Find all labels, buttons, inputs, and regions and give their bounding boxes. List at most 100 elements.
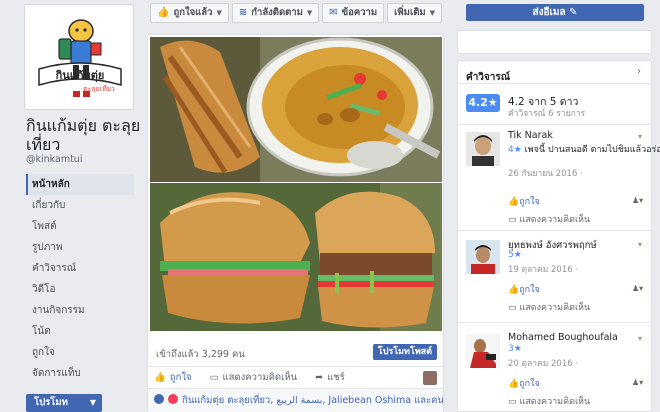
chevron-down-icon: ▼ [306,9,313,17]
more-button[interactable]: เพิ่มเติม ▼ [387,3,443,23]
chevron-right-icon[interactable]: › [637,66,641,77]
avatar[interactable] [466,334,500,368]
comment-icon: ▭ [508,215,517,225]
like-label: ถูกใจ [169,372,192,383]
love-reaction-icon [168,394,179,404]
curry-bread-image [150,37,442,182]
thumbs-up-icon: 👍 [508,197,520,207]
like-reaction-icon [154,394,164,404]
top-right-box [457,30,652,54]
chevron-down-icon[interactable]: ▾ [638,334,642,343]
review-count[interactable]: คำวิจารณ์ 6 รายการ [508,106,585,120]
promote-button[interactable]: โปรโมท ▼ [26,394,102,412]
promote-button-label: โปรโมท [34,397,68,408]
following-label: กำลังติดตาม [251,7,303,18]
likers-text: กินแก้มตุ่ย ตะลุยเที่ยว, بسمة الربيع, Ja… [182,395,443,406]
comment-icon: ▭ [508,397,517,407]
review-item: ยุทธพงษ์ อังศวรพฤกษ์ 5★ 19 ตุลาคม 2016 ·… [466,240,646,320]
review-stars: 5★ [508,250,522,260]
comment-button[interactable]: ▭ แสดงความคิดเห็น [210,370,298,385]
post-reach[interactable]: เข้าถึงแล้ว 3,299 คน [156,347,245,362]
chevron-down-icon[interactable]: ▾ [638,132,642,141]
liked-button[interactable]: 👍 ถูกใจแล้ว ▼ [150,3,229,23]
rss-icon: ≋ [238,7,248,18]
review-stars: 3★ [508,344,522,354]
post-likers[interactable]: กินแก้มตุ่ย ตะลุยเที่ยว, بسمة الربيع, Ja… [148,388,443,412]
avatar[interactable]: ♟▾ [632,378,646,388]
avatar[interactable] [466,240,500,274]
nav-item-photos[interactable]: รูปภาพ [26,237,134,258]
review-item: Tik Narak 4★ เพจนี้ ปานสนอดี ตามไปชิมแล้… [466,130,660,228]
review-like-button[interactable]: 👍ถูกใจ [508,282,590,296]
divider [457,230,652,231]
like-button[interactable]: 👍 ถูกใจ [154,370,192,385]
nav-item-manage-tabs[interactable]: จัดการแท็บ [26,363,134,384]
review-date[interactable]: 19 ตุลาคม 2016 · [508,262,578,276]
nav-item-reviews[interactable]: คำวิจารณ์ [26,258,134,279]
divider [457,322,652,323]
review-date[interactable]: 20 ตุลาคม 2016 · [508,356,578,370]
boost-post-button[interactable]: โปรโมทโพสต์ [373,344,437,360]
divider [457,83,652,84]
rating-badge: 4.2★ [466,94,500,112]
share-icon: ➦ [315,372,324,383]
divider [457,124,652,125]
comment-label: แสดงความคิดเห็น [222,372,298,383]
thumbs-up-icon: 👍 [508,285,520,295]
share-button[interactable]: ➦ แชร์ [315,370,345,385]
review-comment-button[interactable]: ▭ แสดงความคิดเห็น [508,212,590,226]
thumbs-up-icon: 👍 [508,379,520,389]
nav-item-notes[interactable]: โน้ต [26,321,134,342]
message-label: ข้อความ [341,7,378,18]
message-button[interactable]: ✉ ข้อความ [322,3,385,23]
sidebar-nav: หน้าหลัก เกี่ยวกับ โพสต์ รูปภาพ คำวิจารณ… [26,174,134,384]
following-button[interactable]: ≋ กำลังติดตาม ▼ [231,3,320,23]
avatar[interactable]: ♟▾ [632,196,646,206]
page-title[interactable]: กินแก้มตุ่ย ตะลุยเที่ยว [26,116,146,154]
review-like-button[interactable]: 👍ถูกใจ [508,194,590,208]
page-handle[interactable]: @kinkamtui [26,154,82,165]
review-actions: 👍ถูกใจ ▭ แสดงความคิดเห็น [508,376,590,408]
review-like-button[interactable]: 👍ถูกใจ [508,376,590,390]
send-email-button[interactable]: ส่งอีเมล ✎ [466,4,644,21]
page-logo: กินแก้มตุ่ย ตะลุยเที่ยว [29,9,131,107]
post-actions: 👍 ถูกใจ ▭ แสดงความคิดเห็น ➦ แชร์ [148,366,443,388]
reviewer-name[interactable]: Tik Narak [508,130,553,141]
share-label: แชร์ [327,372,345,383]
chevron-down-icon: ▼ [216,9,222,17]
review-actions: 👍ถูกใจ ▭ แสดงความคิดเห็น [508,282,590,314]
avatar[interactable]: ♟▾ [632,284,646,294]
review-item: Mohamed Boughoufala 3★ 20 ตุลาคม 2016 · … [466,332,646,412]
post-photo-curry[interactable] [150,37,442,182]
profile-picture[interactable]: กินแก้มตุ่ย ตะลุยเที่ยว [24,4,134,110]
chevron-down-icon: ▼ [429,9,436,17]
nav-item-home[interactable]: หน้าหลัก [26,174,134,195]
avatar[interactable] [466,132,500,166]
review-stars: 4★ เพจนี้ ปานสนอดี ตามไปชิมแล้วอร่อยจริง… [508,145,660,155]
nav-item-videos[interactable]: วิดีโอ [26,279,134,300]
more-label: เพิ่มเติม [394,7,426,18]
post-photo-sandwich[interactable] [150,183,442,331]
review-date[interactable]: 26 กันยายน 2016 · [508,166,583,180]
chevron-down-icon[interactable]: ▾ [638,240,642,249]
thumbs-up-icon: 👍 [154,372,166,383]
nav-item-events[interactable]: งานกิจกรรม [26,300,134,321]
nav-item-likes[interactable]: ถูกใจ [26,342,134,363]
svg-text:กินแก้มตุ่ย: กินแก้มตุ่ย [55,69,104,83]
chevron-down-icon: ▼ [89,398,96,407]
pencil-icon: ✎ [569,7,578,18]
liked-label: ถูกใจแล้ว [173,7,213,18]
thumbs-up-icon: 👍 [157,7,170,18]
review-comment-button[interactable]: ▭ แสดงความคิดเห็น [508,300,590,314]
photo-post: เข้าถึงแล้ว 3,299 คน โปรโมทโพสต์ 👍 ถูกใจ… [147,34,444,412]
message-icon: ✉ [329,7,338,18]
nav-item-posts[interactable]: โพสต์ [26,216,134,237]
avatar[interactable] [423,370,437,385]
send-email-label: ส่งอีเมล [532,7,566,18]
review-actions: 👍ถูกใจ ▭ แสดงความคิดเห็น [508,194,590,226]
reviewer-name[interactable]: Mohamed Boughoufala [508,332,618,343]
page-action-bar: 👍 ถูกใจแล้ว ▼ ≋ กำลังติดตาม ▼ ✉ ข้อความ … [150,3,443,23]
nav-item-about[interactable]: เกี่ยวกับ [26,195,134,216]
comment-icon: ▭ [508,303,517,313]
review-comment-button[interactable]: ▭ แสดงความคิดเห็น [508,394,590,408]
